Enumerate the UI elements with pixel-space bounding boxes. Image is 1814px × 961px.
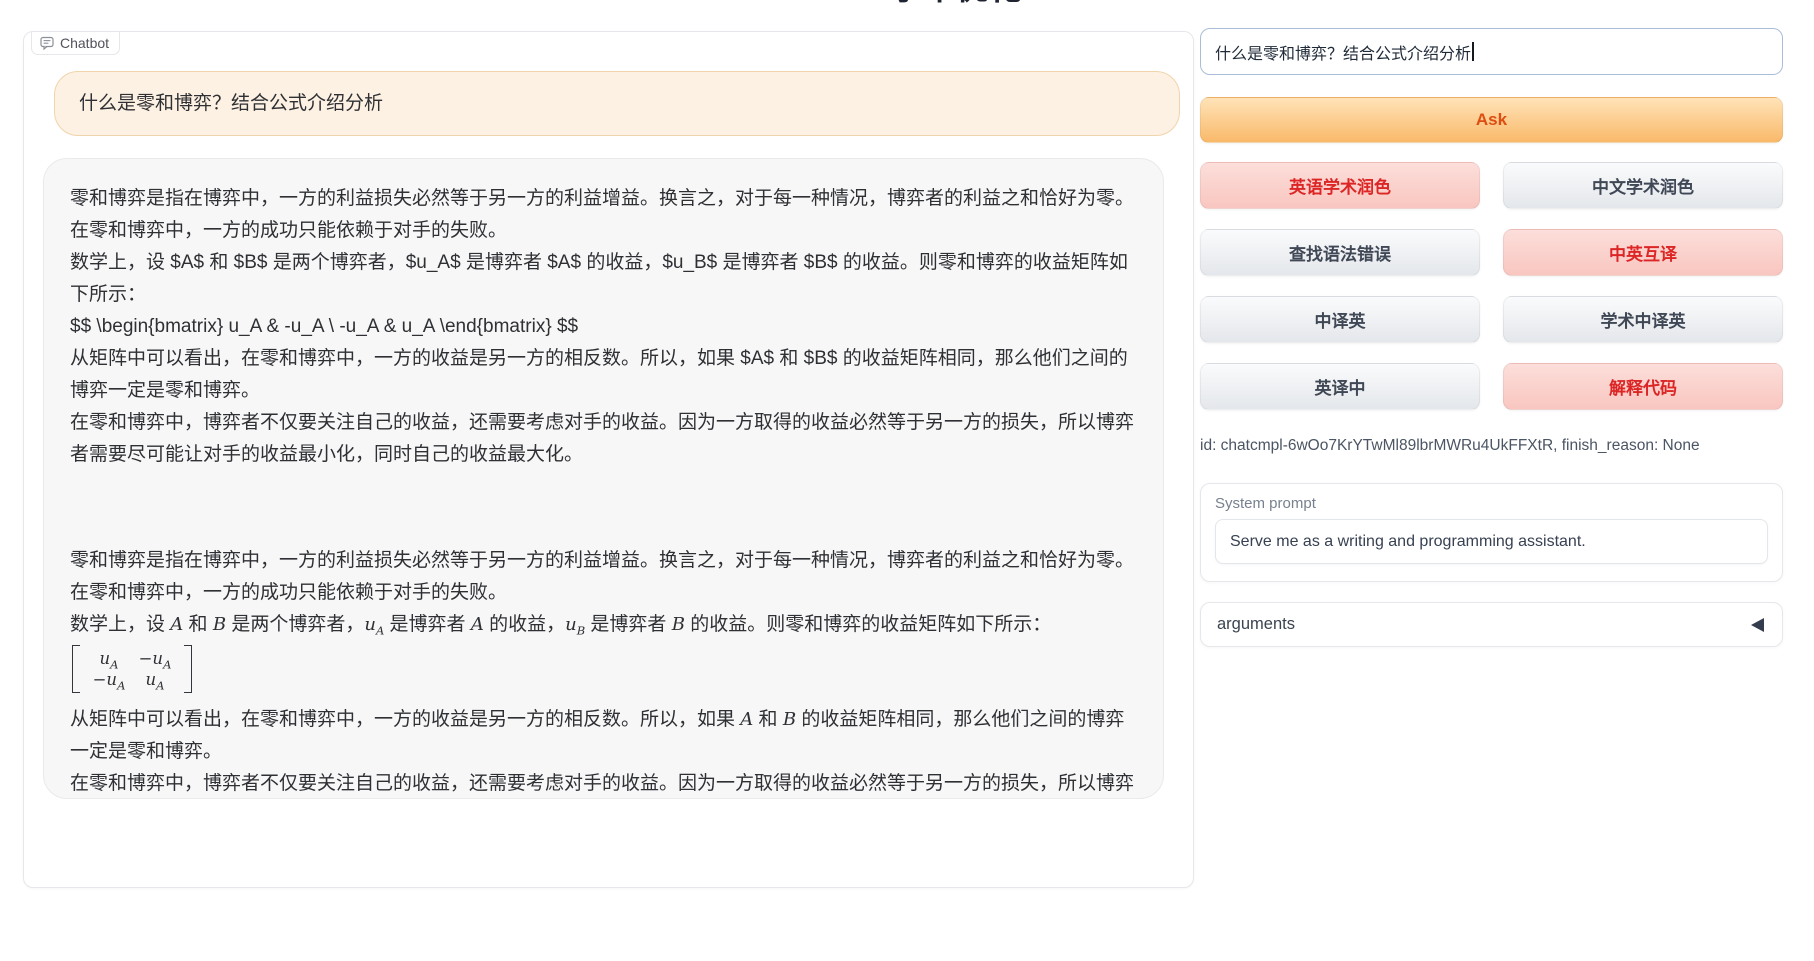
query-input[interactable]: 什么是零和博弈？结合公式介绍分析: [1200, 28, 1783, 75]
bot-paragraph: 在零和博弈中，博弈者不仅要关注自己的收益，还需要考虑对手的收益。因为一方取得的收…: [70, 768, 1137, 799]
query-input-value: 什么是零和博弈？结合公式介绍分析: [1215, 40, 1471, 64]
system-prompt-value: Serve me as a writing and programming as…: [1230, 533, 1586, 551]
system-prompt-input[interactable]: Serve me as a writing and programming as…: [1215, 519, 1768, 564]
user-message: 什么是零和博弈？结合公式介绍分析: [54, 71, 1180, 136]
bot-message-raw-markdown: 零和博弈是指在博弈中，一方的利益损失必然等于另一方的利益增益。换言之，对于每一种…: [70, 183, 1137, 471]
chatbot-label: Chatbot: [31, 32, 120, 55]
response-id-status-line: id: chatcmpl-6wOo7KrYTwMl89lbrMWRu4UkFFX…: [1200, 437, 1783, 455]
bot-paragraph: 数学上，设 $A$ 和 $B$ 是两个博弈者，$u_A$ 是博弈者 $A$ 的收…: [70, 247, 1137, 311]
user-message-text: 什么是零和博弈？结合公式介绍分析: [79, 88, 383, 120]
matrix-cell: −uA: [132, 648, 178, 669]
matrix-left-bracket: [72, 645, 80, 693]
chat-bubble-icon: [40, 36, 54, 50]
bot-paragraph: 零和博弈是指在博弈中，一方的利益损失必然等于另一方的利益增益。换言之，对于每一种…: [70, 545, 1137, 609]
matrix-cell: −uA: [86, 669, 132, 690]
page-title: 学术优化: [856, 0, 1056, 9]
arguments-label: arguments: [1217, 615, 1295, 634]
gradio-app: 学术优化 Chatbot 什么是零和博弈？结合公式介绍分析 零和博弈是指在博弈中…: [0, 0, 1814, 961]
bot-message-rendered-markdown: 零和博弈是指在博弈中，一方的利益损失必然等于另一方的利益增益。换言之，对于每一种…: [70, 545, 1137, 799]
bot-paragraph: 在零和博弈中，博弈者不仅要关注自己的收益，还需要考虑对手的收益。因为一方取得的收…: [70, 407, 1137, 471]
matrix-cell: uA: [132, 669, 178, 690]
bot-paragraph: 从矩阵中可以看出，在零和博弈中，一方的收益是另一方的相反数。所以，如果 $A$ …: [70, 343, 1137, 407]
function-button-zh-en-mutual-translate[interactable]: 中英互译: [1503, 229, 1783, 276]
collapse-arrow-icon: [1751, 618, 1764, 632]
arguments-accordion[interactable]: arguments: [1200, 602, 1783, 647]
bot-paragraph: 零和博弈是指在博弈中，一方的利益损失必然等于另一方的利益增益。换言之，对于每一种…: [70, 183, 1137, 247]
function-button-zh-to-en[interactable]: 中译英: [1200, 296, 1480, 343]
matrix-right-bracket: [184, 645, 192, 693]
bot-latex-source-line: $$ \begin{bmatrix} u_A & -u_A \ -u_A & u…: [70, 311, 1137, 343]
bot-paragraph: 数学上，设 A 和 B 是两个博弈者，uA 是博弈者 A 的收益，uB 是博弈者…: [70, 609, 1137, 641]
payoff-matrix: uA −uA −uA uA: [70, 641, 1137, 704]
function-button-en-to-zh[interactable]: 英译中: [1200, 363, 1480, 410]
chatbot-label-text: Chatbot: [60, 35, 109, 51]
chatbot-panel: Chatbot 什么是零和博弈？结合公式介绍分析 零和博弈是指在博弈中，一方的利…: [23, 31, 1194, 888]
function-button-explain-code[interactable]: 解释代码: [1503, 363, 1783, 410]
function-button-academic-zh-to-en[interactable]: 学术中译英: [1503, 296, 1783, 343]
function-button-chinese-polish[interactable]: 中文学术润色: [1503, 162, 1783, 209]
matrix-cell: uA: [86, 648, 132, 669]
function-button-english-polish[interactable]: 英语学术润色: [1200, 162, 1480, 209]
bot-message: 零和博弈是指在博弈中，一方的利益损失必然等于另一方的利益增益。换言之，对于每一种…: [43, 158, 1164, 799]
text-caret: [1472, 42, 1474, 61]
system-prompt-label: System prompt: [1215, 495, 1768, 512]
function-button-grammar-check[interactable]: 查找语法错误: [1200, 229, 1480, 276]
bot-paragraph: 从矩阵中可以看出，在零和博弈中，一方的收益是另一方的相反数。所以，如果 A 和 …: [70, 704, 1137, 768]
ask-button[interactable]: Ask: [1200, 97, 1783, 143]
system-prompt-panel: System prompt Serve me as a writing and …: [1200, 483, 1783, 582]
function-button-grid: 英语学术润色 中文学术润色 查找语法错误 中英互译 中译英 学术中译英 英译中 …: [1200, 162, 1783, 410]
